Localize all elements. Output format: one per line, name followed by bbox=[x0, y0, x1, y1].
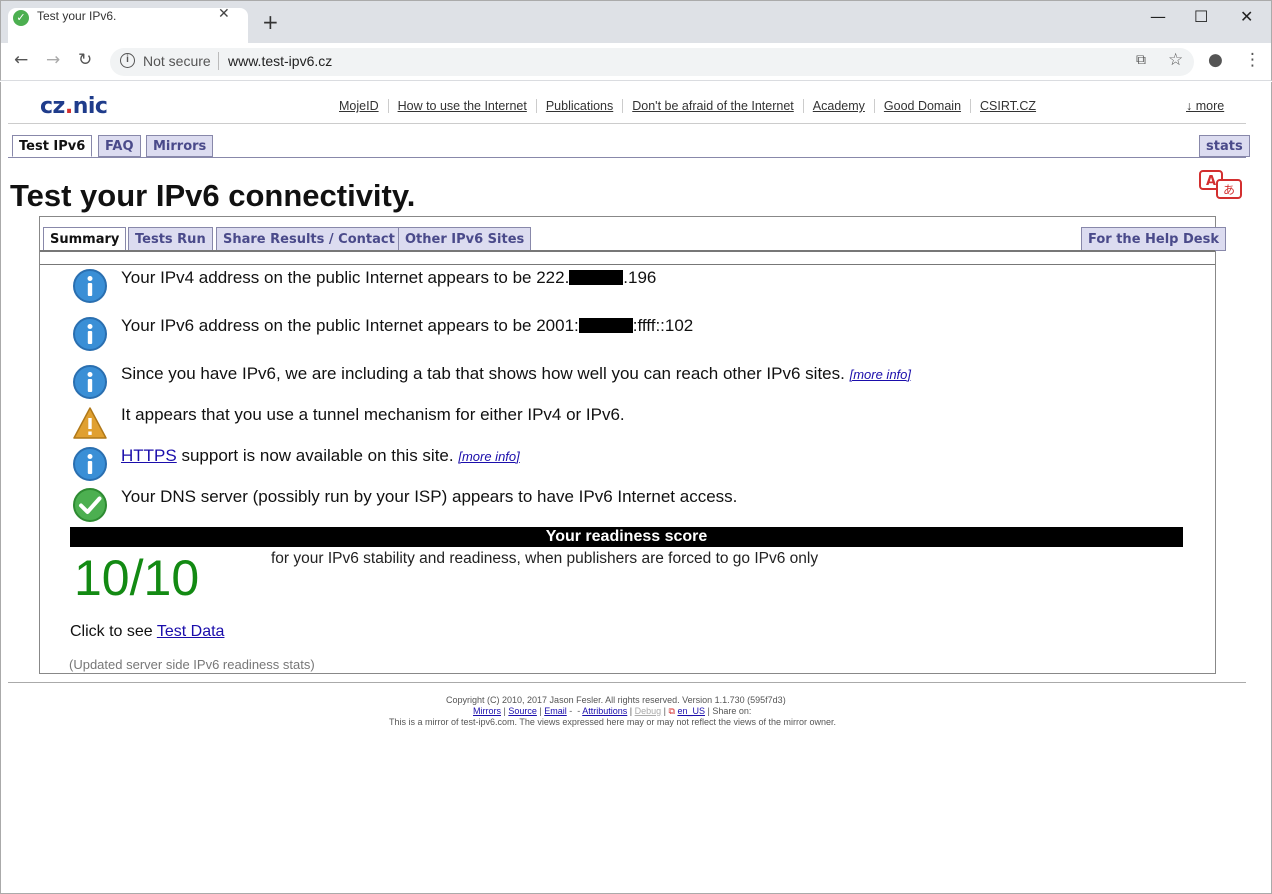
check-icon bbox=[73, 488, 107, 522]
ipv6-suffix: :ffff::102 bbox=[632, 316, 694, 335]
tunnel-message: It appears that you use a tunnel mechani… bbox=[121, 405, 625, 424]
language-small-icon[interactable]: ⧉ bbox=[668, 706, 674, 716]
warning-icon bbox=[73, 407, 107, 439]
test-data-link[interactable]: Test Data bbox=[157, 623, 225, 640]
close-window-icon[interactable]: ✕ bbox=[1240, 7, 1253, 26]
back-icon[interactable]: ← bbox=[14, 50, 28, 70]
svg-text:あ: あ bbox=[1223, 183, 1235, 197]
tab-divider bbox=[8, 157, 1246, 158]
svg-text:A: A bbox=[1206, 174, 1216, 189]
nav-link-good-domain[interactable]: Good Domain bbox=[874, 99, 972, 113]
share-on-label: Share on: bbox=[712, 706, 752, 716]
readiness-score-heading: Your readiness score bbox=[70, 527, 1183, 547]
info-icon bbox=[73, 447, 107, 481]
info-icon bbox=[73, 269, 107, 303]
tab-help-desk[interactable]: For the Help Desk bbox=[1081, 227, 1227, 251]
nav-link-csirt[interactable]: CSIRT.CZ bbox=[971, 99, 1045, 113]
footer-source-link[interactable]: Source bbox=[508, 706, 537, 716]
footer-links: Mirrors | Source | Email - - Attribution… bbox=[473, 706, 752, 716]
new-tab-icon[interactable]: + bbox=[262, 12, 279, 32]
nav-link-how-to-use[interactable]: How to use the Internet bbox=[388, 99, 537, 113]
info-icon bbox=[73, 365, 107, 399]
tab-title: Test your IPv6. bbox=[37, 9, 117, 23]
ipv4-prefix: Your IPv4 address on the public Internet… bbox=[121, 268, 570, 287]
close-tab-icon[interactable]: ✕ bbox=[218, 6, 230, 22]
have-ipv6-message: Since you have IPv6, we are including a … bbox=[121, 364, 911, 384]
https-message: HTTPS support is now available on this s… bbox=[121, 446, 520, 466]
security-label[interactable]: Not secure bbox=[143, 53, 211, 69]
dns-message: Your DNS server (possibly run by your IS… bbox=[121, 487, 738, 506]
cznic-logo[interactable]: cz.nic bbox=[40, 94, 108, 119]
https-text: support is now available on this site. bbox=[176, 446, 454, 465]
tab-test-ipv6[interactable]: Test IPv6 bbox=[12, 135, 93, 157]
more-info-link[interactable]: [more info] bbox=[850, 367, 911, 382]
header-divider bbox=[8, 123, 1246, 124]
copyright-text: Copyright (C) 2010, 2017 Jason Fesler. A… bbox=[446, 695, 786, 705]
info-icon[interactable]: i bbox=[120, 53, 135, 68]
info-icon bbox=[73, 317, 107, 351]
click-to-see-label: Click to see bbox=[70, 623, 157, 640]
ipv4-suffix: .196 bbox=[623, 268, 657, 287]
nav-link-academy[interactable]: Academy bbox=[803, 99, 875, 113]
tab-tests-run[interactable]: Tests Run bbox=[128, 227, 213, 251]
maximize-icon[interactable]: ☐ bbox=[1194, 7, 1208, 26]
readiness-score-value: 10/10 bbox=[74, 550, 200, 606]
footer-debug-link[interactable]: Debug bbox=[635, 706, 662, 716]
ipv4-message: Your IPv4 address on the public Internet… bbox=[121, 268, 656, 288]
account-icon[interactable]: ● bbox=[1208, 50, 1223, 70]
nav-link-dont-be-afraid[interactable]: Don't be afraid of the Internet bbox=[623, 99, 804, 113]
check-favicon-icon: ✓ bbox=[13, 10, 29, 26]
footer-divider bbox=[8, 682, 1246, 683]
ipv6-message: Your IPv6 address on the public Internet… bbox=[121, 316, 693, 336]
menu-icon[interactable]: ⋮ bbox=[1244, 50, 1261, 70]
reload-icon[interactable]: ↻ bbox=[78, 50, 92, 70]
tab-share-results[interactable]: Share Results / Contact bbox=[216, 227, 402, 251]
tab-divider bbox=[40, 250, 1215, 252]
nav-link-publications[interactable]: Publications bbox=[536, 99, 624, 113]
divider bbox=[218, 52, 219, 70]
footer-attributions-link[interactable]: Attributions bbox=[582, 706, 627, 716]
scrollbar[interactable] bbox=[1254, 82, 1271, 893]
tab-summary[interactable]: Summary bbox=[43, 227, 127, 251]
page-title: Test your IPv6 connectivity. bbox=[10, 178, 416, 213]
footer-mirrors-link[interactable]: Mirrors bbox=[473, 706, 501, 716]
nav-link-mojeid[interactable]: MojeID bbox=[330, 99, 389, 113]
readiness-score-description: for your IPv6 stability and readiness, w… bbox=[271, 550, 819, 567]
tab-divider bbox=[40, 264, 1215, 265]
have-ipv6-text: Since you have IPv6, we are including a … bbox=[121, 364, 845, 383]
more-link[interactable]: ↓ more bbox=[1186, 99, 1224, 113]
redacted-block bbox=[578, 318, 633, 333]
star-icon[interactable]: ☆ bbox=[1168, 50, 1183, 70]
https-link[interactable]: HTTPS bbox=[121, 446, 177, 465]
minimize-icon[interactable]: — bbox=[1150, 7, 1166, 26]
tab-faq[interactable]: FAQ bbox=[98, 135, 141, 157]
forward-icon[interactable]: → bbox=[46, 50, 60, 70]
tab-mirrors[interactable]: Mirrors bbox=[146, 135, 214, 157]
url-text[interactable]: www.test-ipv6.cz bbox=[228, 53, 332, 69]
translate-icon[interactable]: ⧉ bbox=[1136, 50, 1146, 70]
language-icon[interactable]: A あ bbox=[1199, 169, 1243, 203]
mirror-note: This is a mirror of test-ipv6.com. The v… bbox=[389, 717, 836, 727]
tab-stats[interactable]: stats bbox=[1199, 135, 1250, 157]
ipv6-prefix: Your IPv6 address on the public Internet… bbox=[121, 316, 579, 335]
footer-locale-link[interactable]: en_US bbox=[677, 706, 705, 716]
test-data-line: Click to see Test Data bbox=[70, 623, 224, 641]
top-navigation: MojeID How to use the Internet Publication… bbox=[330, 99, 1045, 113]
footer-email-link[interactable]: Email bbox=[544, 706, 567, 716]
more-info-link[interactable]: [more info] bbox=[458, 449, 519, 464]
updated-stats-link[interactable]: (Updated server side IPv6 readiness stat… bbox=[69, 657, 315, 672]
more-menu[interactable]: ↓ more bbox=[1186, 99, 1224, 113]
redacted-block bbox=[569, 270, 624, 285]
tab-other-ipv6-sites[interactable]: Other IPv6 Sites bbox=[398, 227, 532, 251]
